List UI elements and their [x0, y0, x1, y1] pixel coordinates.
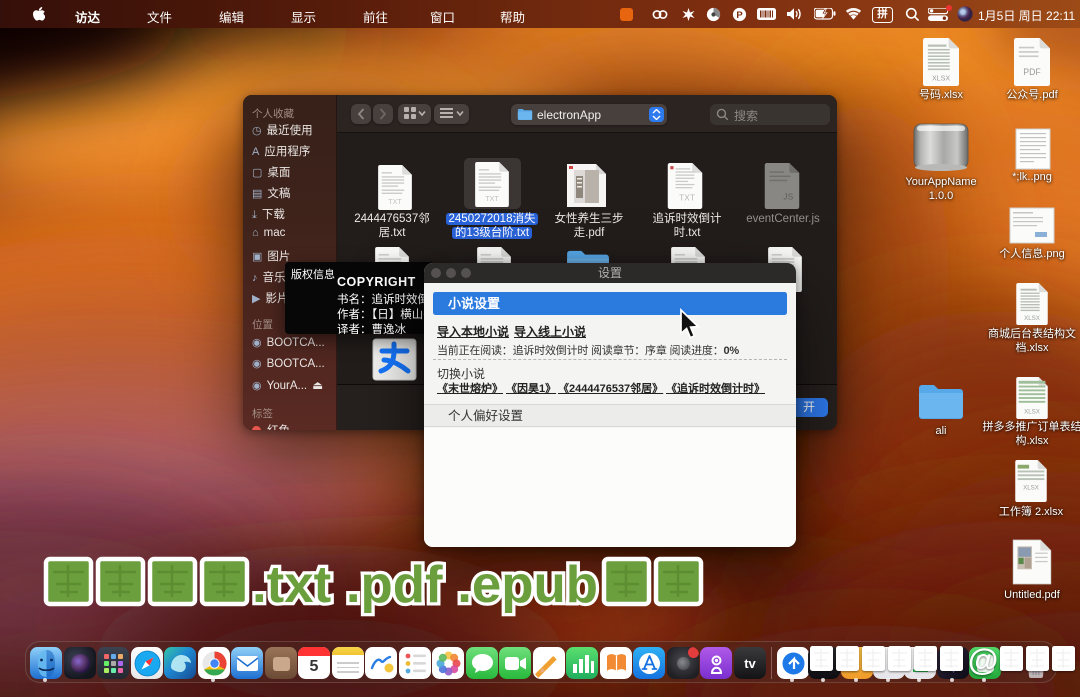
svg-text:@: @	[968, 642, 998, 677]
svg-text:XLSX: XLSX	[1023, 485, 1039, 492]
svg-text:P: P	[736, 10, 743, 21]
svg-text:PDF: PDF	[1023, 67, 1040, 77]
svg-text:JS: JS	[783, 192, 793, 202]
svg-text:.txt .pdf .epub: .txt .pdf .epub	[252, 556, 598, 614]
svg-text:TXT: TXT	[679, 193, 695, 203]
svg-text:XLSX: XLSX	[1024, 408, 1040, 415]
